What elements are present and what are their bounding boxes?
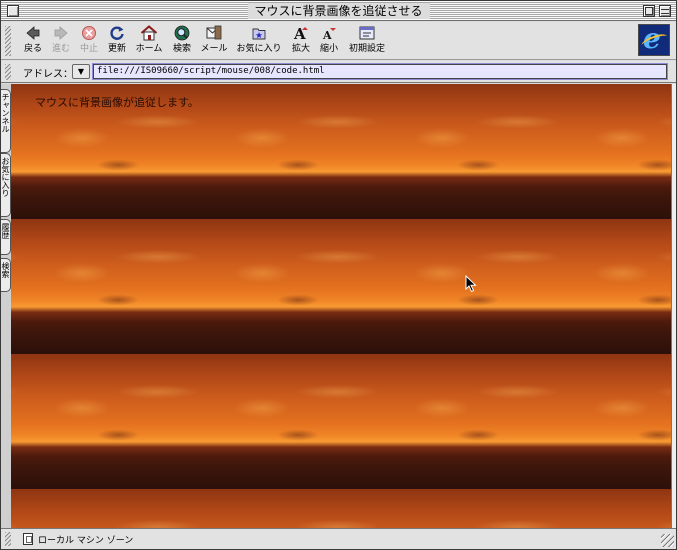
home-icon [133, 25, 165, 43]
collapse-box[interactable] [659, 5, 671, 17]
page-text: マウスに背景画像が追従します。 [35, 96, 199, 109]
text-larger-button[interactable]: A 拡大 [289, 25, 313, 58]
forward-button[interactable]: 進む [49, 25, 73, 58]
title-bar[interactable]: マウスに背景画像を追従させる [1, 1, 676, 21]
ie-logo-letter: e [643, 22, 661, 55]
text-smaller-icon: A [317, 25, 341, 43]
ie-logo: e [638, 22, 670, 56]
toolbar: 戻る 進む 中止 更新 ホーム 検索 メール お気に入り A 拡大 A 縮小 初… [1, 22, 676, 60]
resize-grip[interactable] [661, 534, 674, 547]
zoom-box[interactable] [643, 5, 655, 17]
zone-icon [23, 533, 33, 545]
search-button[interactable]: 検索 [169, 25, 195, 58]
refresh-button[interactable]: 更新 [105, 25, 129, 58]
svg-text:A: A [322, 29, 332, 41]
search-icon [169, 25, 195, 43]
tab-search[interactable]: 検索 [1, 258, 11, 292]
page-content[interactable]: マウスに背景画像が追従します。 [11, 84, 671, 528]
favorites-button[interactable]: お気に入り [235, 25, 283, 58]
home-button[interactable]: ホーム [133, 25, 165, 58]
tab-channels[interactable]: チャンネル [1, 89, 11, 153]
address-input[interactable]: file:///IS09660/script/mouse/008/code.ht… [93, 64, 667, 79]
address-dropdown-button[interactable]: ▼ [72, 64, 90, 79]
mouse-cursor-icon [465, 275, 477, 293]
vertical-scrollbar[interactable] [671, 84, 676, 528]
window-title: マウスに背景画像を追従させる [247, 3, 430, 19]
address-bar: アドレス： ▼ file:///IS09660/script/mouse/008… [1, 61, 676, 83]
back-button[interactable]: 戻る [21, 25, 45, 58]
text-smaller-button[interactable]: A 縮小 [317, 25, 341, 58]
status-bar: ローカル マシン ゾーン [1, 528, 676, 549]
refresh-icon [105, 25, 129, 43]
text-larger-icon: A [289, 25, 313, 43]
back-arrow-icon [21, 25, 45, 43]
tab-history[interactable]: 履歴 [1, 219, 11, 255]
address-grip[interactable] [5, 64, 11, 80]
forward-arrow-icon [49, 25, 73, 43]
mail-button[interactable]: メール [199, 25, 229, 58]
browser-window: マウスに背景画像を追従させる 戻る 進む 中止 更新 ホーム 検索 メール お気… [0, 0, 677, 550]
address-label: アドレス： [23, 69, 73, 80]
mail-icon [199, 25, 229, 43]
close-box[interactable] [7, 5, 19, 17]
svg-text:A: A [293, 25, 306, 41]
security-zone-text: ローカル マシン ゾーン [38, 536, 134, 546]
toolbar-grip[interactable] [5, 26, 11, 56]
explorer-bar-tabs: チャンネル お気に入り 履歴 検索 [1, 84, 11, 528]
favorites-icon [235, 25, 283, 43]
preferences-button[interactable]: 初期設定 [345, 25, 389, 58]
stop-button[interactable]: 中止 [77, 25, 101, 58]
preferences-icon [345, 25, 389, 43]
status-grip[interactable] [5, 532, 11, 546]
tab-favorites[interactable]: お気に入り [1, 153, 11, 217]
chevron-down-icon: ▼ [77, 67, 85, 76]
stop-icon [77, 25, 101, 43]
